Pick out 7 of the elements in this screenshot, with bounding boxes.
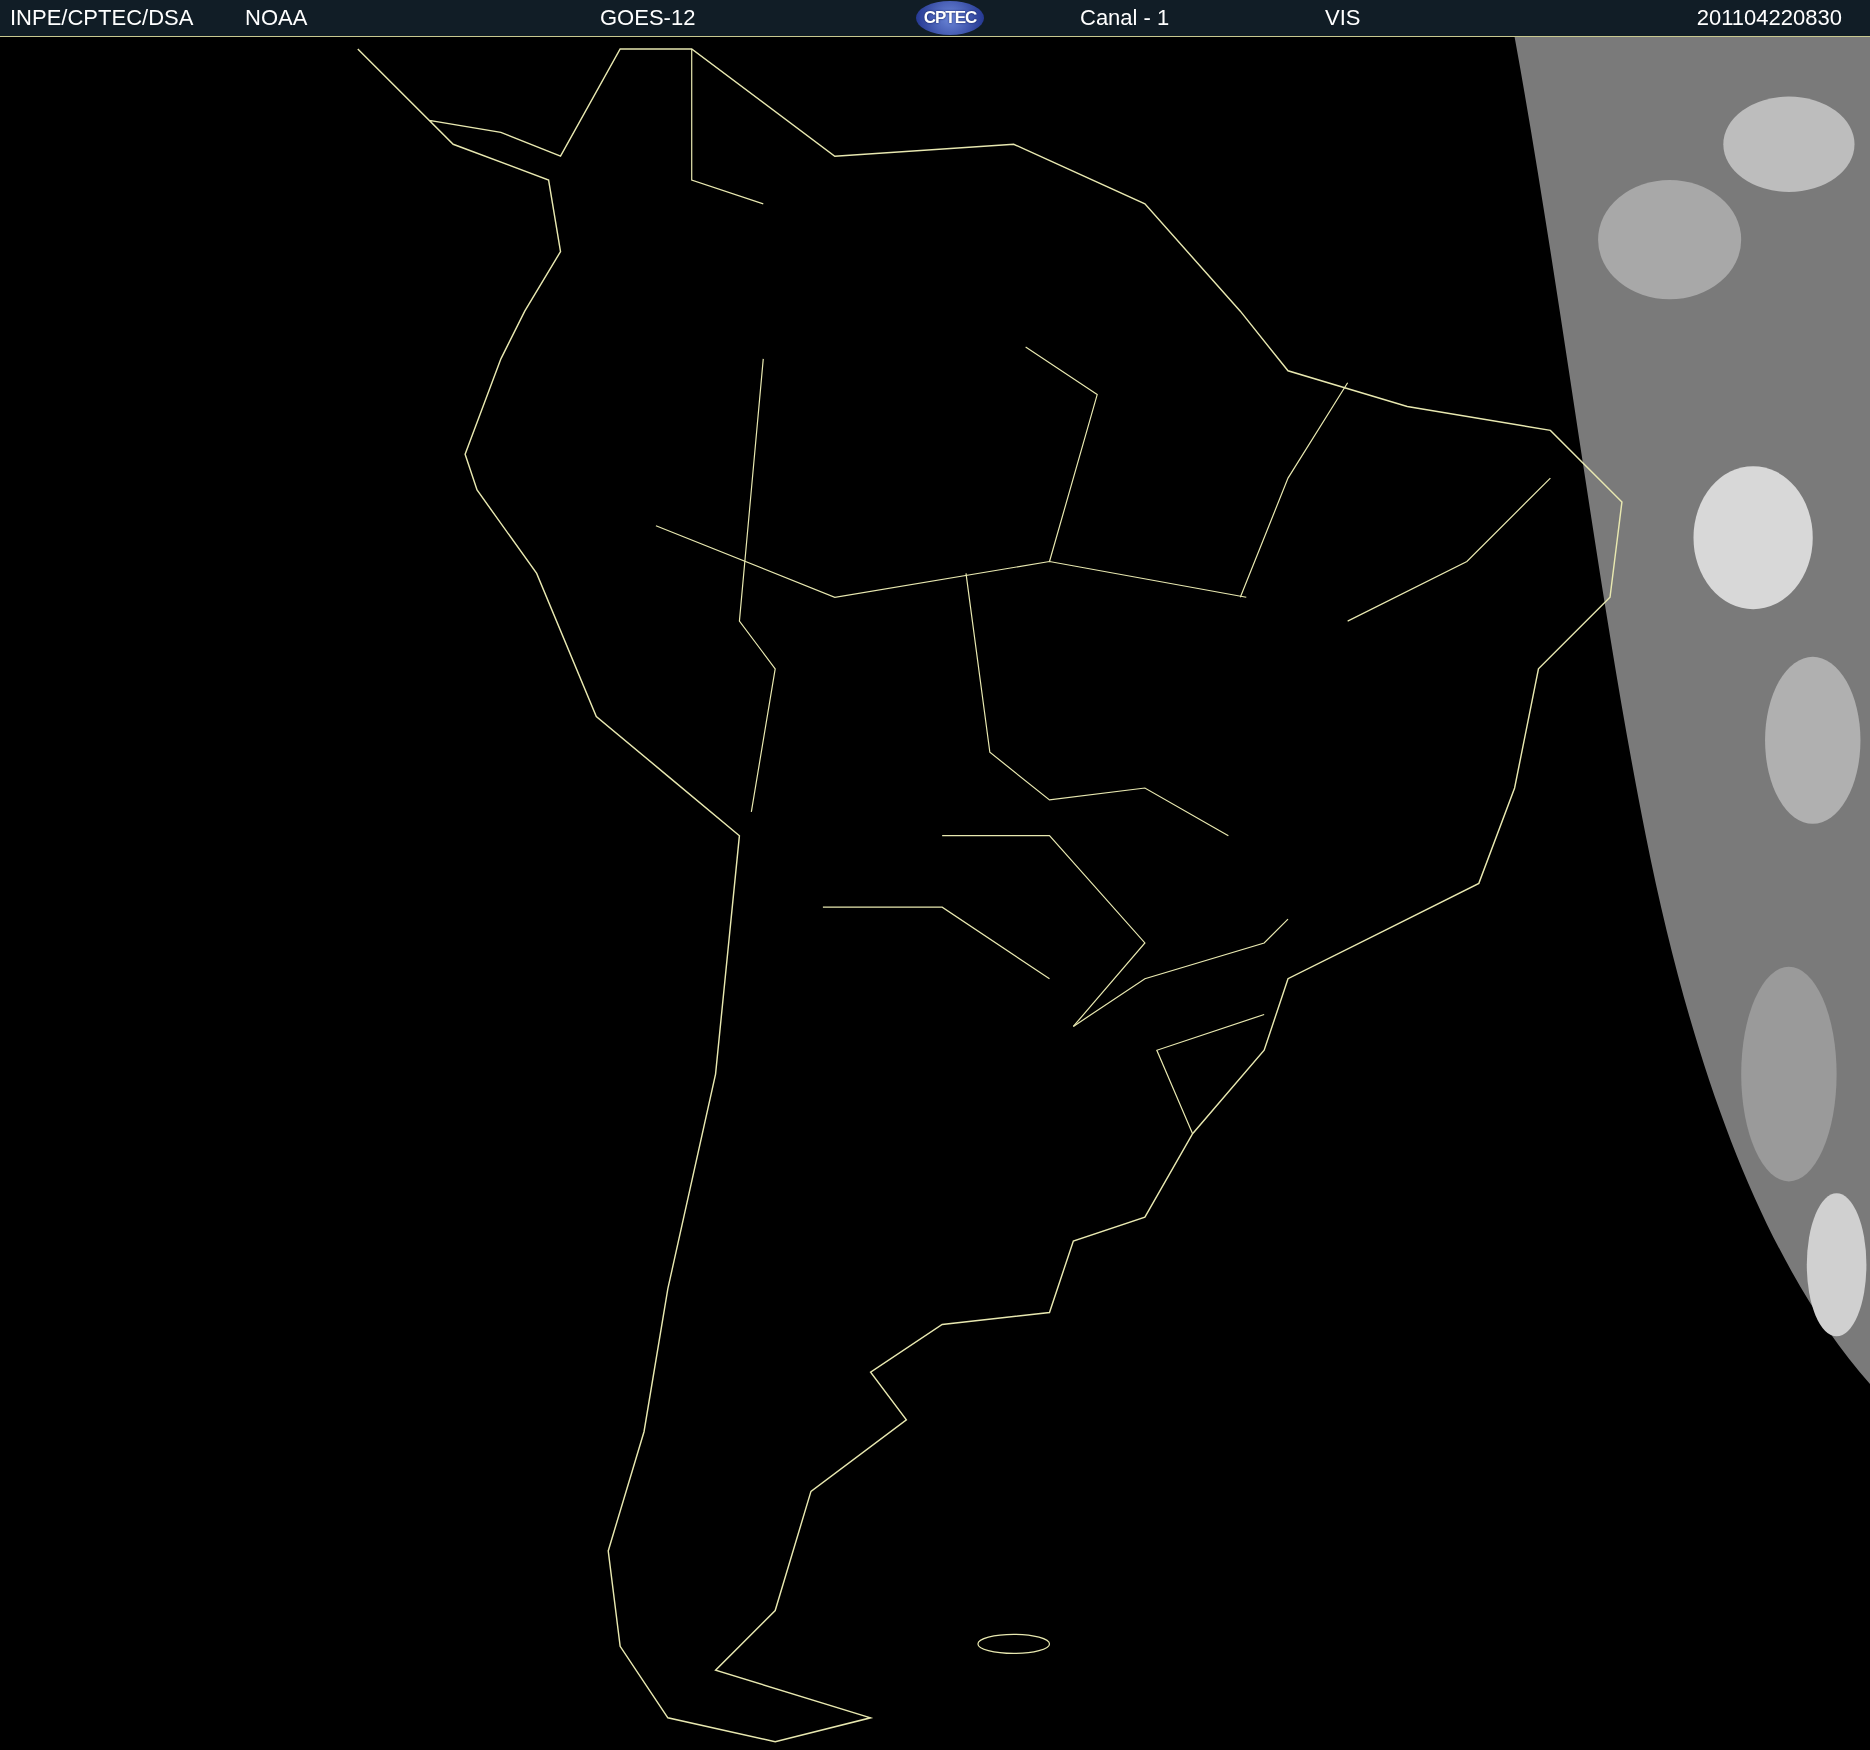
satellite-label: GOES-12 xyxy=(600,5,696,31)
band-label: VIS xyxy=(1325,5,1361,31)
source-label: INPE/CPTEC/DSA xyxy=(10,5,194,31)
cptec-logo: CPTEC xyxy=(916,1,984,35)
channel-label: Canal - 1 xyxy=(1080,5,1170,31)
timestamp-label: 201104220830 xyxy=(1696,5,1842,31)
agency-label: NOAA xyxy=(245,5,308,31)
